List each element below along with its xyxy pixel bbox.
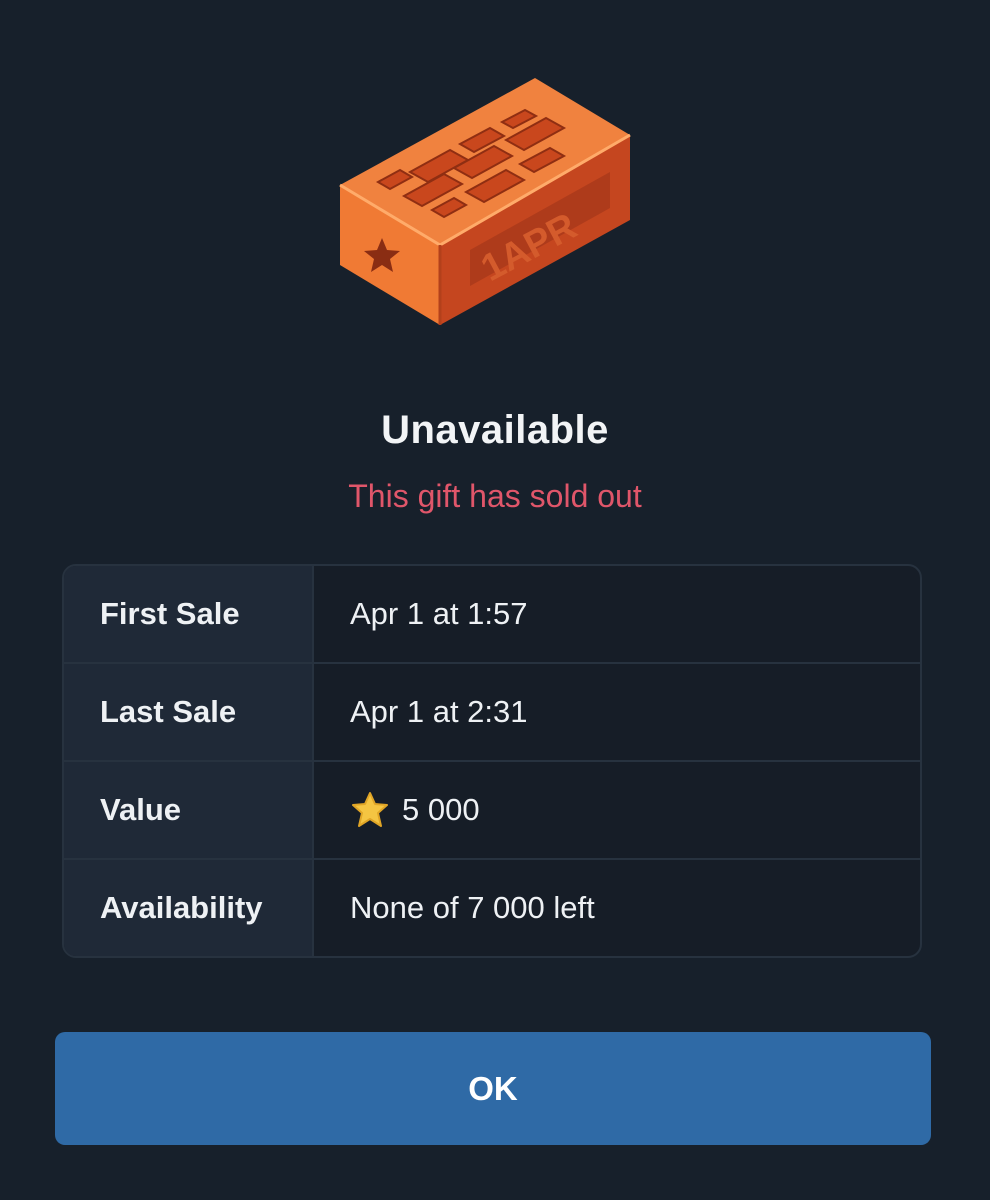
gift-details-table: First Sale Apr 1 at 1:57 Last Sale Apr 1… (62, 564, 922, 958)
sold-out-message: This gift has sold out (348, 478, 642, 514)
value-amount: 5 000 (402, 792, 480, 827)
value-label: Value (64, 762, 314, 858)
availability-value: None of 7 000 left (350, 890, 595, 925)
gift-info-dialog: 1APR Unavailable This gift has sold out … (0, 0, 990, 1200)
availability-label: Availability (64, 860, 314, 956)
star-icon (352, 792, 388, 827)
value-cell: 5 000 (314, 762, 920, 858)
table-row-value: Value 5 000 (64, 762, 920, 860)
last-sale-label: Last Sale (64, 664, 314, 760)
first-sale-label: First Sale (64, 566, 314, 662)
dialog-title: Unavailable (381, 408, 609, 452)
first-sale-value: Apr 1 at 1:57 (350, 596, 528, 631)
table-row-last-sale: Last Sale Apr 1 at 2:31 (64, 664, 920, 762)
table-row-availability: Availability None of 7 000 left (64, 860, 920, 956)
table-row-first-sale: First Sale Apr 1 at 1:57 (64, 566, 920, 664)
ok-button[interactable]: OK (55, 1032, 931, 1145)
brick-gift-icon: 1APR (339, 78, 631, 325)
last-sale-value: Apr 1 at 2:31 (350, 694, 528, 729)
